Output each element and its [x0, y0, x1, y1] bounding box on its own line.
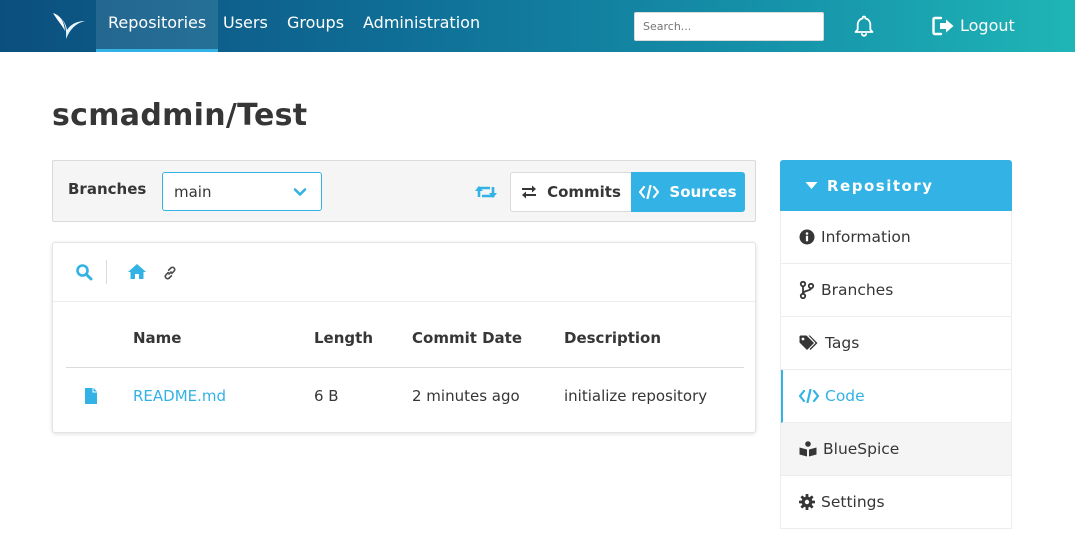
menu-item-branches[interactable]: Branches: [781, 264, 1011, 317]
table-header-divider: [66, 367, 744, 368]
file-icon: [85, 388, 97, 404]
tags-icon: [799, 335, 818, 350]
page-title: scmadmin/Test: [52, 98, 308, 133]
repository-menu-header[interactable]: Repository: [780, 160, 1012, 211]
file-length: 6 B: [314, 387, 339, 405]
menu-item-bluespice[interactable]: BlueSpice: [781, 423, 1011, 476]
toolbar-separator: [106, 260, 107, 284]
menu-item-bluespice-label: BlueSpice: [823, 440, 900, 458]
file-name-link[interactable]: README.md: [133, 387, 226, 405]
retweet-icon[interactable]: [473, 180, 499, 204]
nav-repositories[interactable]: Repositories: [96, 0, 219, 52]
logout-button[interactable]: Logout: [932, 14, 1015, 38]
link-icon[interactable]: [163, 266, 177, 280]
book-reader-icon: [799, 441, 817, 457]
view-toggle-group: Commits Sources: [510, 172, 745, 212]
toolbar-divider: [53, 301, 755, 302]
nav-administration[interactable]: Administration: [351, 0, 492, 52]
exchange-icon: [522, 185, 537, 199]
menu-item-branches-label: Branches: [821, 281, 894, 299]
code-branch-icon: [799, 281, 815, 299]
caret-down-icon: [805, 182, 818, 189]
logout-label: Logout: [960, 16, 1015, 35]
commits-button[interactable]: Commits: [510, 172, 631, 212]
column-header-commit-date[interactable]: Commit Date: [412, 329, 522, 347]
file-commit-date: 2 minutes ago: [412, 387, 520, 405]
menu-item-information[interactable]: Information: [781, 211, 1011, 264]
repository-menu: Information Branches Tags Code BlueSpice…: [780, 211, 1012, 529]
menu-item-settings[interactable]: Settings: [781, 476, 1011, 529]
commits-label: Commits: [547, 183, 621, 201]
column-header-name[interactable]: Name: [133, 329, 181, 347]
scm-manager-logo[interactable]: [50, 11, 86, 41]
repository-menu-title: Repository: [827, 176, 934, 195]
code-icon: [799, 389, 819, 403]
branches-label: Branches: [68, 180, 147, 198]
menu-item-information-label: Information: [821, 228, 911, 246]
chevron-down-icon: [293, 188, 307, 196]
home-icon[interactable]: [127, 263, 147, 280]
branch-bar: Branches main Commits Sources: [52, 160, 756, 222]
menu-item-code-label: Code: [825, 387, 865, 405]
menu-item-tags[interactable]: Tags: [781, 317, 1011, 370]
column-header-description[interactable]: Description: [564, 329, 661, 347]
info-circle-icon: [799, 229, 815, 245]
nav-groups[interactable]: Groups: [275, 0, 356, 52]
branch-select-value: main: [174, 183, 212, 201]
column-header-length[interactable]: Length: [314, 329, 373, 347]
sign-out-icon: [932, 16, 954, 36]
search-icon[interactable]: [75, 263, 93, 281]
cog-icon: [799, 494, 815, 510]
bell-icon[interactable]: [852, 14, 876, 38]
sources-button[interactable]: Sources: [631, 172, 745, 212]
top-navbar: Repositories Users Groups Administration…: [0, 0, 1075, 52]
sources-label: Sources: [669, 183, 737, 201]
code-icon: [639, 185, 660, 199]
search-input[interactable]: [634, 12, 824, 41]
branch-select[interactable]: main: [162, 172, 322, 211]
menu-item-code[interactable]: Code: [781, 370, 1011, 423]
file-browser-panel: Name Length Commit Date Description READ…: [52, 242, 756, 433]
nav-users[interactable]: Users: [211, 0, 280, 52]
file-description: initialize repository: [564, 387, 708, 405]
menu-item-settings-label: Settings: [821, 493, 885, 511]
menu-item-tags-label: Tags: [825, 334, 860, 352]
